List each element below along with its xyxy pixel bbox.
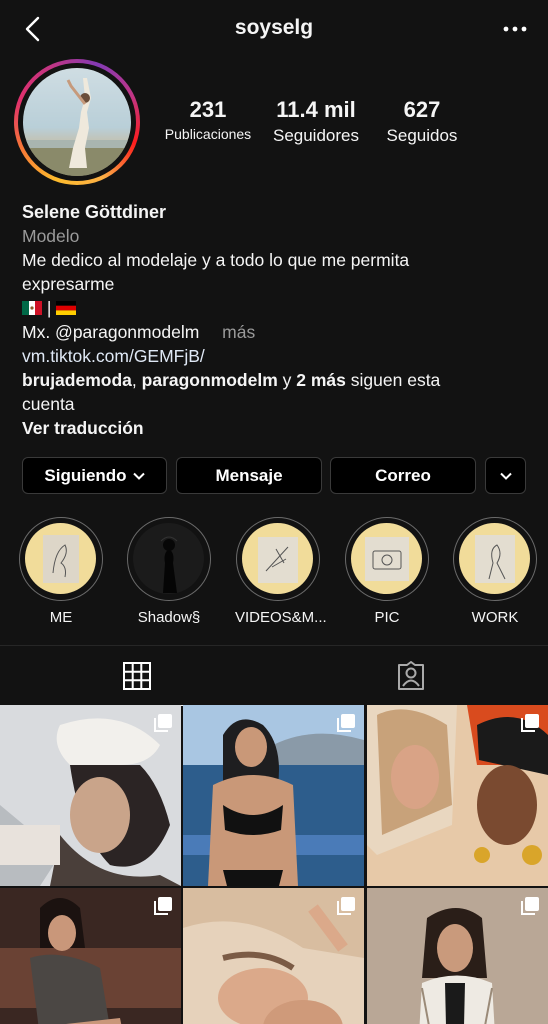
highlight-label: VIDEOS&M...: [235, 609, 327, 626]
followed-by-and: y: [282, 370, 292, 390]
followers-label: Seguidores: [272, 126, 359, 145]
following-button[interactable]: Siguiendo: [22, 457, 167, 494]
following-label: Seguidos: [386, 126, 458, 145]
highlight-label: ME: [49, 609, 73, 626]
display-name: Selene Göttdiner: [22, 202, 167, 222]
multiple-photos-icon: [521, 714, 539, 732]
highlight-cover: [459, 523, 530, 594]
mention-row: Mx. @paragonmodelm más: [22, 320, 532, 344]
followed-by-sep: ,: [131, 370, 137, 390]
followers-stat[interactable]: 11.4 mil Seguidores: [264, 97, 368, 146]
profile-tabs: [0, 645, 548, 706]
multiple-photos-icon: [337, 714, 355, 732]
post-thumbnail[interactable]: [367, 888, 548, 1024]
post-thumbnail[interactable]: [0, 888, 181, 1024]
tab-posts-grid[interactable]: [0, 646, 274, 706]
bio-text-line1: Me dedico al modelaje y a todo lo que me…: [22, 250, 410, 270]
followed-by-more[interactable]: 2 más: [296, 370, 346, 390]
email-button-label: Correo: [375, 465, 431, 485]
grid-icon: [123, 661, 151, 690]
profile-username: soyselg: [234, 16, 314, 39]
highlight-cover: [25, 523, 96, 594]
chevron-down-icon: [132, 472, 145, 480]
bio-link[interactable]: vm.tiktok.com/GEMFjB/: [22, 344, 532, 368]
tagged-person-icon: [398, 661, 424, 690]
highlight-me[interactable]: ME: [18, 517, 104, 626]
post-thumbnail[interactable]: [183, 705, 364, 886]
multiple-photos-icon: [521, 897, 539, 915]
post-thumbnail[interactable]: [183, 888, 364, 1024]
following-stat[interactable]: 627 Seguidos: [378, 97, 466, 146]
followed-by[interactable]: brujademoda, paragonmodelm y 2 más sigue…: [22, 368, 532, 392]
highlight-shadow[interactable]: Shadow§: [126, 517, 212, 626]
suggested-button[interactable]: [485, 457, 526, 494]
translate-link[interactable]: Ver traducción: [22, 416, 532, 440]
post-thumbnail[interactable]: [0, 705, 181, 886]
top-bar: soyselg: [0, 0, 548, 58]
highlight-videos[interactable]: VIDEOS&M...: [235, 517, 327, 626]
chevron-down-icon: [499, 472, 512, 480]
posts-label: Publicaciones: [164, 126, 252, 142]
highlight-cover: [133, 523, 204, 594]
following-count: 627: [403, 97, 441, 122]
email-button[interactable]: Correo: [330, 457, 476, 494]
followed-by-tail2: cuenta: [22, 394, 75, 414]
more-link[interactable]: más: [222, 322, 255, 342]
highlight-label: WORK: [471, 609, 519, 626]
post-thumbnail[interactable]: [367, 705, 548, 886]
germany-flag-icon: [56, 301, 77, 315]
message-button[interactable]: Mensaje: [176, 457, 322, 494]
followers-count: 11.4 mil: [276, 97, 356, 122]
followed-by-tail: siguen esta: [350, 370, 441, 390]
mexico-flag-icon: [22, 301, 42, 315]
posts-count: 231: [189, 97, 227, 122]
multiple-photos-icon: [337, 897, 355, 915]
highlight-pic[interactable]: PIC: [344, 517, 430, 626]
profile-bio: Selene Göttdiner Modelo Me dedico al mod…: [22, 200, 532, 440]
posts-stat: 231 Publicaciones: [156, 97, 260, 142]
category-label: Modelo: [22, 226, 80, 246]
bio-text-line2: expresarme: [22, 274, 115, 294]
highlight-cover: [242, 523, 313, 594]
multiple-photos-icon: [154, 714, 172, 732]
follower-user2[interactable]: paragonmodelm: [142, 370, 278, 390]
multiple-photos-icon: [154, 897, 172, 915]
following-button-label: Siguiendo: [44, 465, 127, 485]
flags-row: |: [22, 296, 532, 320]
highlight-work[interactable]: WORK: [452, 517, 538, 626]
story-ring[interactable]: [14, 59, 140, 185]
highlight-label: Shadow§: [137, 609, 201, 626]
more-dots-icon[interactable]: [500, 18, 530, 40]
highlight-label: PIC: [374, 609, 400, 626]
highlight-cover: [351, 523, 422, 594]
message-button-label: Mensaje: [215, 465, 283, 485]
mention-text[interactable]: Mx. @paragonmodelm: [22, 322, 199, 342]
avatar: [23, 68, 131, 176]
tab-tagged[interactable]: [274, 646, 548, 706]
follower-user1[interactable]: brujademoda: [22, 370, 132, 390]
flag-separator: |: [46, 298, 52, 318]
